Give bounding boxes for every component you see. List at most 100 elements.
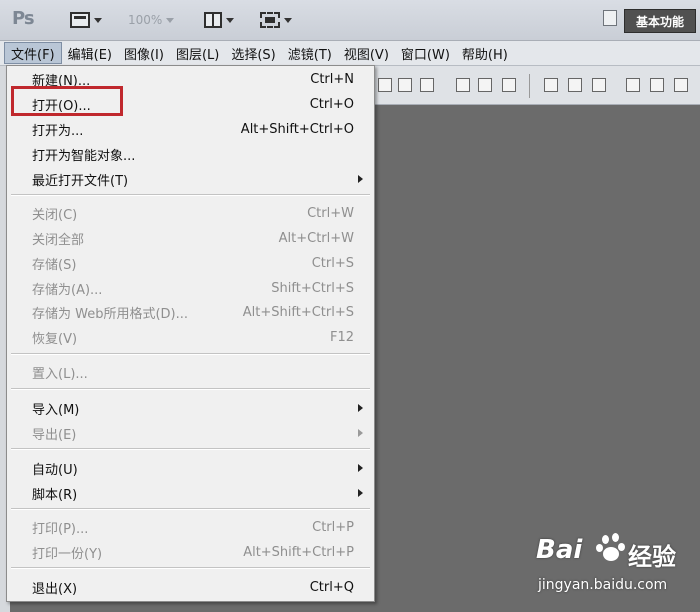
menu-item-shortcut: Ctrl+S bbox=[311, 255, 354, 271]
menu-help[interactable]: 帮助(H) bbox=[456, 43, 514, 63]
file-menu-dropdown: 新建(N)... Ctrl+N 打开(O)... Ctrl+O 打开为... A… bbox=[6, 65, 375, 602]
menu-item-shortcut: Alt+Shift+Ctrl+P bbox=[243, 544, 354, 560]
submenu-arrow-icon bbox=[358, 404, 363, 412]
application-bar: Ps 100% 基本功能 bbox=[0, 0, 700, 41]
menu-item-print[interactable]: 打印(P)... Ctrl+P bbox=[7, 516, 374, 538]
annotation-highlight-box bbox=[11, 86, 123, 116]
menu-item-label: 存储为 Web所用格式(D)... bbox=[32, 306, 189, 322]
menu-item-shortcut: Ctrl+N bbox=[310, 71, 354, 87]
distribute-vertical-center-icon[interactable] bbox=[568, 78, 582, 92]
chevron-down-icon bbox=[284, 17, 292, 23]
menu-item-label: 关闭(C) bbox=[32, 207, 78, 223]
bridge-icon bbox=[70, 12, 90, 28]
zoom-level-dropdown[interactable]: 100% bbox=[128, 10, 175, 30]
align-left-icon[interactable] bbox=[456, 78, 470, 92]
paw-icon bbox=[596, 533, 630, 567]
distribute-right-icon[interactable] bbox=[674, 78, 688, 92]
distribute-left-icon[interactable] bbox=[626, 78, 640, 92]
window-control-button[interactable] bbox=[603, 10, 617, 26]
menu-item-shortcut: Ctrl+W bbox=[307, 205, 354, 221]
menu-image[interactable]: 图像(I) bbox=[118, 43, 170, 63]
menu-item-label: 打印(P)... bbox=[32, 521, 89, 537]
menu-item-label: 自动(U) bbox=[32, 462, 78, 478]
menu-separator bbox=[11, 508, 370, 510]
menu-item-open-as[interactable]: 打开为... Alt+Shift+Ctrl+O bbox=[7, 118, 374, 140]
menu-item-label: 恢复(V) bbox=[32, 331, 78, 347]
align-bottom-icon[interactable] bbox=[420, 78, 434, 92]
menu-item-exit[interactable]: 退出(X) Ctrl+Q bbox=[7, 576, 374, 598]
toolbar-divider bbox=[529, 74, 530, 98]
menu-item-automate[interactable]: 自动(U) bbox=[7, 457, 374, 479]
menu-item-print-one-copy[interactable]: 打印一份(Y) Alt+Shift+Ctrl+P bbox=[7, 541, 374, 563]
watermark-logo-text: Bai bbox=[536, 535, 583, 565]
menu-item-scripts[interactable]: 脚本(R) bbox=[7, 482, 374, 504]
arrange-documents-button[interactable] bbox=[204, 10, 234, 30]
chevron-down-icon bbox=[226, 17, 234, 23]
menu-edit[interactable]: 编辑(E) bbox=[62, 43, 118, 63]
menu-item-label: 脚本(R) bbox=[32, 487, 78, 503]
menu-item-shortcut: F12 bbox=[329, 329, 354, 345]
zoom-level-value: 100% bbox=[128, 13, 163, 27]
distribute-bottom-icon[interactable] bbox=[592, 78, 606, 92]
menu-item-label: 存储为(A)... bbox=[32, 282, 103, 298]
menu-item-label: 打开为... bbox=[32, 123, 84, 139]
submenu-arrow-icon bbox=[358, 175, 363, 183]
menu-window[interactable]: 窗口(W) bbox=[395, 43, 456, 63]
align-vertical-center-icon[interactable] bbox=[398, 78, 412, 92]
menu-item-export[interactable]: 导出(E) bbox=[7, 422, 374, 444]
menu-separator bbox=[11, 194, 370, 196]
workspace-switcher[interactable]: 基本功能 bbox=[624, 9, 696, 33]
chevron-down-icon bbox=[166, 17, 175, 23]
menu-item-shortcut: Alt+Shift+Ctrl+S bbox=[242, 304, 354, 320]
align-top-icon[interactable] bbox=[378, 78, 392, 92]
menu-item-shortcut: Ctrl+P bbox=[312, 519, 354, 535]
launch-bridge-button[interactable] bbox=[70, 10, 102, 30]
menu-item-save-for-web[interactable]: 存储为 Web所用格式(D)... Alt+Shift+Ctrl+S bbox=[7, 301, 374, 323]
menu-item-close-all[interactable]: 关闭全部 Alt+Ctrl+W bbox=[7, 227, 374, 249]
menu-view[interactable]: 视图(V) bbox=[338, 43, 395, 63]
menu-separator bbox=[11, 388, 370, 390]
menu-item-revert[interactable]: 恢复(V) F12 bbox=[7, 326, 374, 348]
menu-item-label: 存储(S) bbox=[32, 257, 77, 273]
menu-item-label: 打印一份(Y) bbox=[32, 546, 103, 562]
menu-layer[interactable]: 图层(L) bbox=[170, 43, 225, 63]
menu-item-place[interactable]: 置入(L)... bbox=[7, 361, 374, 383]
align-right-icon[interactable] bbox=[502, 78, 516, 92]
menu-separator bbox=[11, 353, 370, 355]
menu-filter[interactable]: 滤镜(T) bbox=[282, 43, 338, 63]
distribute-horizontal-center-icon[interactable] bbox=[650, 78, 664, 92]
align-horizontal-center-icon[interactable] bbox=[478, 78, 492, 92]
menu-file[interactable]: 文件(F) bbox=[4, 42, 62, 64]
chevron-down-icon bbox=[94, 17, 102, 23]
menu-separator bbox=[11, 567, 370, 569]
menu-item-label: 导出(E) bbox=[32, 427, 77, 443]
menu-item-open-recent[interactable]: 最近打开文件(T) bbox=[7, 168, 374, 190]
screen-mode-button[interactable] bbox=[260, 10, 292, 30]
menu-item-label: 打开为智能对象... bbox=[32, 148, 136, 164]
options-bar bbox=[374, 66, 700, 105]
menu-item-label: 退出(X) bbox=[32, 581, 78, 597]
menu-bar: 文件(F) 编辑(E) 图像(I) 图层(L) 选择(S) 滤镜(T) 视图(V… bbox=[0, 41, 700, 66]
menu-item-label: 最近打开文件(T) bbox=[32, 173, 129, 189]
menu-item-open-as-smart-object[interactable]: 打开为智能对象... bbox=[7, 143, 374, 165]
photoshop-logo: Ps bbox=[12, 8, 35, 29]
menu-item-shortcut: Ctrl+O bbox=[309, 96, 354, 112]
submenu-arrow-icon bbox=[358, 489, 363, 497]
arrange-icon bbox=[204, 12, 222, 28]
screen-mode-icon bbox=[260, 12, 280, 28]
menu-item-save[interactable]: 存储(S) Ctrl+S bbox=[7, 252, 374, 274]
menu-item-label: 置入(L)... bbox=[32, 366, 88, 382]
watermark-url: jingyan.baidu.com bbox=[538, 577, 668, 593]
baidu-jingyan-watermark: Bai 经验 jingyan.baidu.com bbox=[536, 533, 696, 605]
menu-select[interactable]: 选择(S) bbox=[225, 43, 281, 63]
submenu-arrow-icon bbox=[358, 464, 363, 472]
menu-item-label: 导入(M) bbox=[32, 402, 80, 418]
menu-item-shortcut: Alt+Ctrl+W bbox=[278, 230, 354, 246]
menu-separator bbox=[11, 448, 370, 450]
menu-item-shortcut: Shift+Ctrl+S bbox=[271, 280, 354, 296]
distribute-top-icon[interactable] bbox=[544, 78, 558, 92]
menu-item-import[interactable]: 导入(M) bbox=[7, 397, 374, 419]
menu-item-close[interactable]: 关闭(C) Ctrl+W bbox=[7, 202, 374, 224]
menu-item-save-as[interactable]: 存储为(A)... Shift+Ctrl+S bbox=[7, 277, 374, 299]
submenu-arrow-icon bbox=[358, 429, 363, 437]
